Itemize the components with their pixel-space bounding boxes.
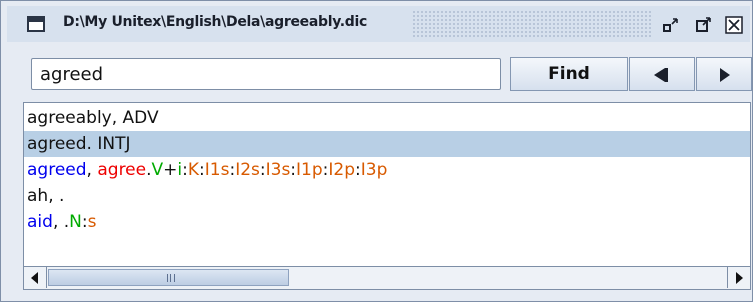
scroll-thumb[interactable] [48, 269, 289, 286]
dictionary-list[interactable]: agreeably, ADV agreed. INTJ agreed, agree.… [23, 102, 751, 290]
entry-segment: I1s [204, 160, 230, 180]
entry-segment: agreed. INTJ [27, 134, 131, 154]
title-bar[interactable]: D:\My Unitex\English\Dela\agreeably.dic [7, 6, 750, 42]
entry-segment: + [163, 160, 178, 180]
entry-segment: s [87, 212, 97, 232]
next-button[interactable] [696, 57, 752, 91]
entry-segment: I1p [296, 160, 323, 180]
entry-segment: I2p [328, 160, 356, 180]
window-title: D:\My Unitex\English\Dela\agreeably.dic [63, 14, 367, 30]
entry-segment: I3s [265, 160, 291, 180]
entry-segment: N [69, 212, 82, 232]
play-icon [720, 68, 730, 82]
entry-segment: agreed [27, 160, 87, 180]
list-item[interactable]: agreeably, ADV [24, 105, 750, 131]
close-icon[interactable] [723, 15, 745, 35]
search-row: Find [17, 53, 752, 97]
window-icon [27, 16, 45, 32]
entry-segment: I2s [235, 160, 260, 180]
find-button[interactable]: Find [510, 57, 628, 91]
entry-list: agreeably, ADV agreed. INTJ agreed, agree.… [24, 105, 750, 235]
scroll-left-icon[interactable] [24, 267, 47, 288]
entry-segment: ah, . [27, 186, 65, 206]
dictionary-window: D:\My Unitex\English\Dela\agreeably.dic … [0, 0, 753, 302]
entry-segment: agree [97, 160, 147, 180]
entry-segment: , [86, 160, 98, 180]
search-input[interactable] [31, 58, 501, 90]
maximize-icon[interactable] [693, 15, 715, 35]
previous-button[interactable] [629, 57, 695, 91]
scroll-right-icon[interactable] [727, 267, 750, 288]
scroll-grip-icon [167, 274, 175, 282]
list-item[interactable]: agreed, agree.V+i:K:I1s:I2s:I3s:I1p:I2p:… [24, 157, 750, 183]
entry-segment: agreeably, ADV [27, 108, 159, 128]
entry-segment: K [187, 160, 200, 180]
entry-segment: I3p [360, 160, 388, 180]
list-item[interactable]: agreed. INTJ [24, 131, 750, 157]
entry-segment: V [151, 160, 164, 180]
title-bar-grip [412, 10, 652, 38]
minimize-icon[interactable] [660, 15, 682, 35]
list-item[interactable]: ah, . [24, 183, 750, 209]
entry-segment: , . [52, 212, 70, 232]
entry-segment: aid [27, 212, 53, 232]
step-back-icon [654, 68, 665, 82]
step-back-bar [665, 68, 668, 82]
horizontal-scrollbar[interactable] [24, 266, 750, 289]
list-item[interactable]: aid, .N:s [24, 209, 750, 235]
